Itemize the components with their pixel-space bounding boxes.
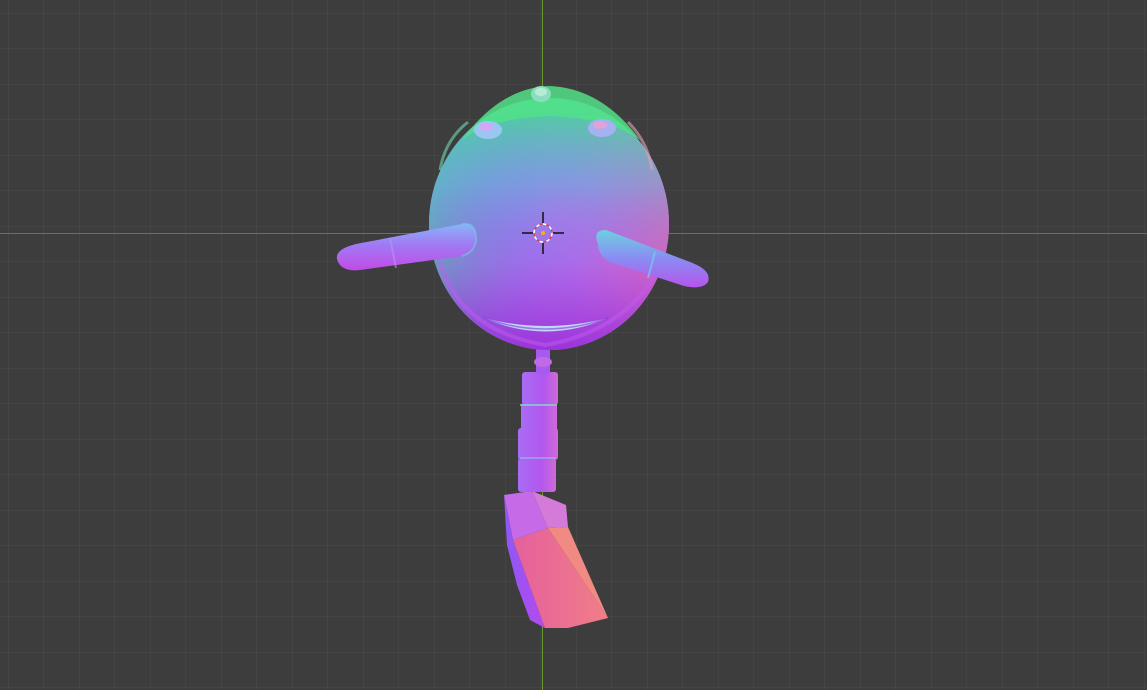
object-origin xyxy=(541,231,545,235)
right-eye[interactable] xyxy=(588,119,616,137)
left-eye[interactable] xyxy=(474,121,502,139)
head[interactable] xyxy=(429,86,669,350)
3d-viewport[interactable] xyxy=(0,0,1147,690)
viewport-canvas[interactable] xyxy=(0,0,1147,690)
leg[interactable] xyxy=(518,372,558,492)
top-knob-highlight xyxy=(535,88,547,96)
